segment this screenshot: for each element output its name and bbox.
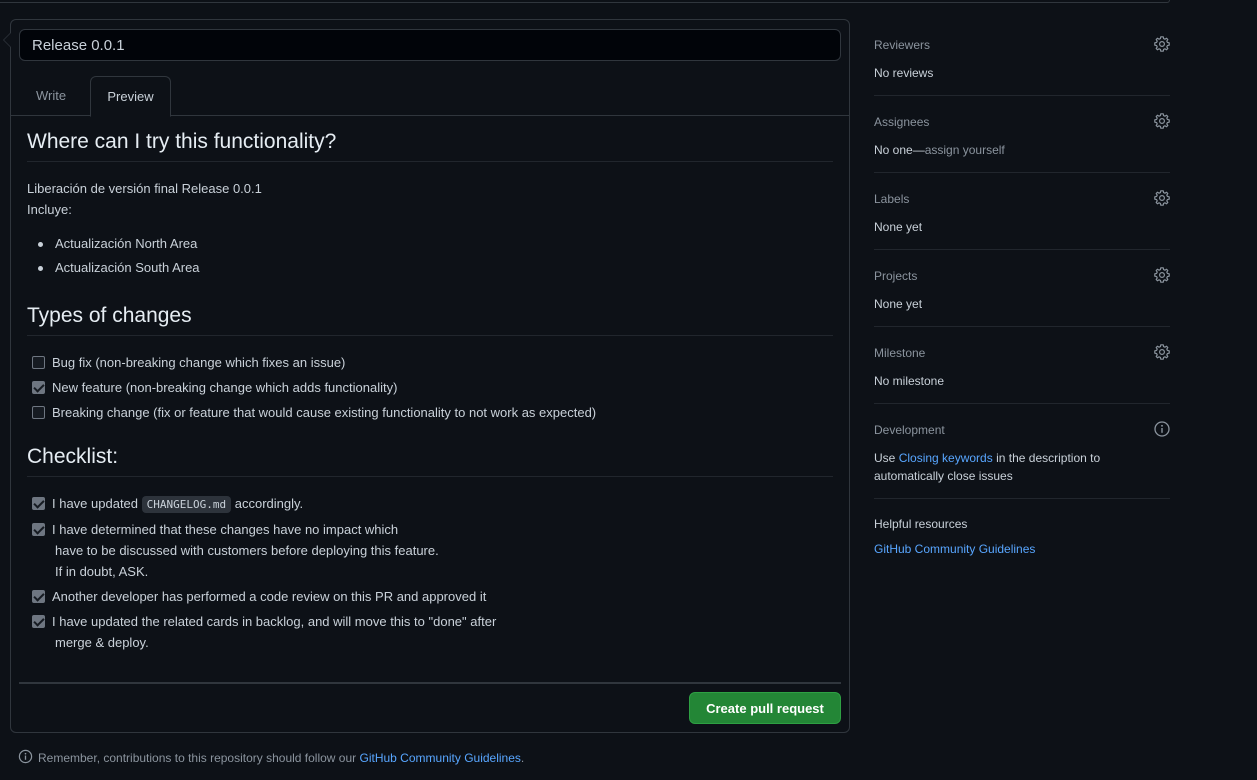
task-item: I have updated CHANGELOG.md accordingly.	[27, 493, 833, 519]
task-item: New feature (non-breaking change which a…	[27, 377, 833, 402]
heading-types: Types of changes	[27, 304, 833, 336]
gear-icon[interactable]	[1154, 344, 1170, 363]
intro-line-2: Incluye:	[27, 202, 72, 217]
tab-write[interactable]: Write	[20, 76, 82, 117]
projects-value: None yet	[874, 297, 923, 311]
milestone-block: Milestone No milestone	[874, 327, 1170, 390]
task-text: If in doubt, ASK.	[55, 564, 149, 579]
task-text: accordingly.	[234, 496, 304, 511]
task-item: Another developer has performed a code r…	[27, 586, 833, 611]
reviewers-value: No reviews	[874, 66, 934, 80]
development-post: in the description to	[996, 451, 1101, 465]
sidebar-helpful-resources: Helpful resources GitHub Community Guide…	[874, 499, 1170, 558]
inline-code: CHANGELOG.md	[141, 496, 232, 513]
tab-preview[interactable]: Preview	[90, 76, 171, 117]
intro-paragraph: Liberación de versión final Release 0.0.…	[27, 178, 833, 220]
sidebar-development: Development Use Closing keywords in the …	[874, 404, 1170, 499]
development-heading: Development	[874, 423, 945, 437]
helpful-heading: Helpful resources	[874, 517, 968, 531]
projects-block: Projects None yet	[874, 250, 1170, 313]
checkbox-checked[interactable]	[32, 381, 45, 394]
task-text: Breaking change (fix or feature that wou…	[52, 405, 597, 420]
sidebar-assignees: Assignees No one—assign yourself	[874, 96, 1170, 173]
closing-keywords-link[interactable]: Closing keywords	[899, 451, 993, 465]
checkbox-unchecked[interactable]	[32, 406, 45, 419]
task-item: Bug fix (non-breaking change which fixes…	[27, 352, 833, 377]
task-text: Another developer has performed a code r…	[52, 589, 487, 604]
list-item: Actualización South Area	[27, 256, 833, 280]
assign-yourself-link[interactable]: assign yourself	[925, 143, 1005, 157]
form-footer-divider	[19, 682, 841, 684]
milestone-heading[interactable]: Milestone	[874, 346, 1170, 360]
sidebar-labels: Labels None yet	[874, 173, 1170, 250]
assignees-none: No one—	[874, 143, 925, 157]
pr-title-input[interactable]	[19, 29, 841, 61]
checkbox-checked[interactable]	[32, 590, 45, 603]
milestone-value: No milestone	[874, 374, 945, 388]
task-text: have to be discussed with customers befo…	[55, 543, 439, 558]
gear-icon[interactable]	[1154, 113, 1170, 132]
projects-heading[interactable]: Projects	[874, 269, 1170, 283]
task-text: I have updated	[52, 496, 139, 511]
labels-value: None yet	[874, 220, 923, 234]
info-icon	[18, 749, 33, 767]
heading-where: Where can I try this functionality?	[27, 130, 833, 162]
info-icon	[1154, 421, 1170, 440]
gear-icon[interactable]	[1154, 267, 1170, 286]
list-item: Actualización North Area	[27, 232, 833, 256]
sidebar-reviewers: Reviewers No reviews	[874, 30, 1170, 96]
development-pre: Use	[874, 451, 896, 465]
reviewers-heading[interactable]: Reviewers	[874, 38, 1170, 52]
checklist-task-list: I have updated CHANGELOG.md accordingly.…	[27, 493, 833, 653]
assignees-value: No one—assign yourself	[874, 141, 1170, 159]
community-guidelines-link[interactable]: GitHub Community Guidelines	[360, 751, 521, 765]
contribution-reminder: Remember, contributions to this reposito…	[18, 749, 524, 767]
reminder-tail: .	[520, 751, 525, 765]
editor-tabs: Write Preview	[11, 76, 849, 117]
types-task-list: Bug fix (non-breaking change which fixes…	[27, 352, 833, 427]
bullet-list: Actualización North Area Actualización S…	[27, 232, 833, 280]
reminder-text: Remember, contributions to this reposito…	[38, 751, 357, 765]
development-post2: automatically close issues	[874, 469, 1013, 483]
sidebar-milestone: Milestone No milestone	[874, 327, 1170, 404]
helpful-value: GitHub Community Guidelines	[874, 540, 1170, 558]
community-guidelines-link[interactable]: GitHub Community Guidelines	[874, 542, 1035, 556]
heading-checklist: Checklist:	[27, 445, 833, 477]
checkbox-unchecked[interactable]	[32, 356, 45, 369]
task-text: merge & deploy.	[55, 635, 149, 650]
avatar-pointer-caret	[3, 32, 11, 48]
task-item: I have determined that these changes hav…	[27, 519, 833, 586]
task-item: Breaking change (fix or feature that wou…	[27, 402, 833, 427]
labels-block: Labels None yet	[874, 173, 1170, 236]
previous-section-edge	[0, 0, 1170, 3]
development-value: Use Closing keywords in the description …	[874, 449, 1114, 485]
task-item: I have updated the related cards in back…	[27, 611, 833, 653]
pull-request-form: Write Preview Where can I try this funct…	[3, 19, 850, 733]
gear-icon[interactable]	[1154, 36, 1170, 55]
create-pull-request-button[interactable]: Create pull request	[689, 692, 841, 724]
checkbox-checked[interactable]	[32, 615, 45, 628]
development-block: Development Use Closing keywords in the …	[874, 404, 1170, 485]
task-text: New feature (non-breaking change which a…	[52, 380, 398, 395]
task-text: I have determined that these changes hav…	[52, 522, 399, 537]
gear-icon[interactable]	[1154, 190, 1170, 209]
task-text: I have updated the related cards in back…	[52, 614, 497, 629]
reviewers-block: Reviewers No reviews	[874, 30, 1170, 82]
checkbox-checked[interactable]	[32, 497, 45, 510]
task-text: Bug fix (non-breaking change which fixes…	[52, 355, 346, 370]
labels-heading[interactable]: Labels	[874, 192, 1170, 206]
intro-line-1: Liberación de versión final Release 0.0.…	[27, 181, 262, 196]
assignees-heading[interactable]: Assignees	[874, 115, 1170, 129]
markdown-preview: Where can I try this functionality? Libe…	[27, 130, 833, 653]
sidebar-projects: Projects None yet	[874, 250, 1170, 327]
checkbox-checked[interactable]	[32, 523, 45, 536]
assignees-block: Assignees No one—assign yourself	[874, 96, 1170, 159]
sidebar: Reviewers No reviews Assignees No one—as…	[874, 30, 1170, 558]
